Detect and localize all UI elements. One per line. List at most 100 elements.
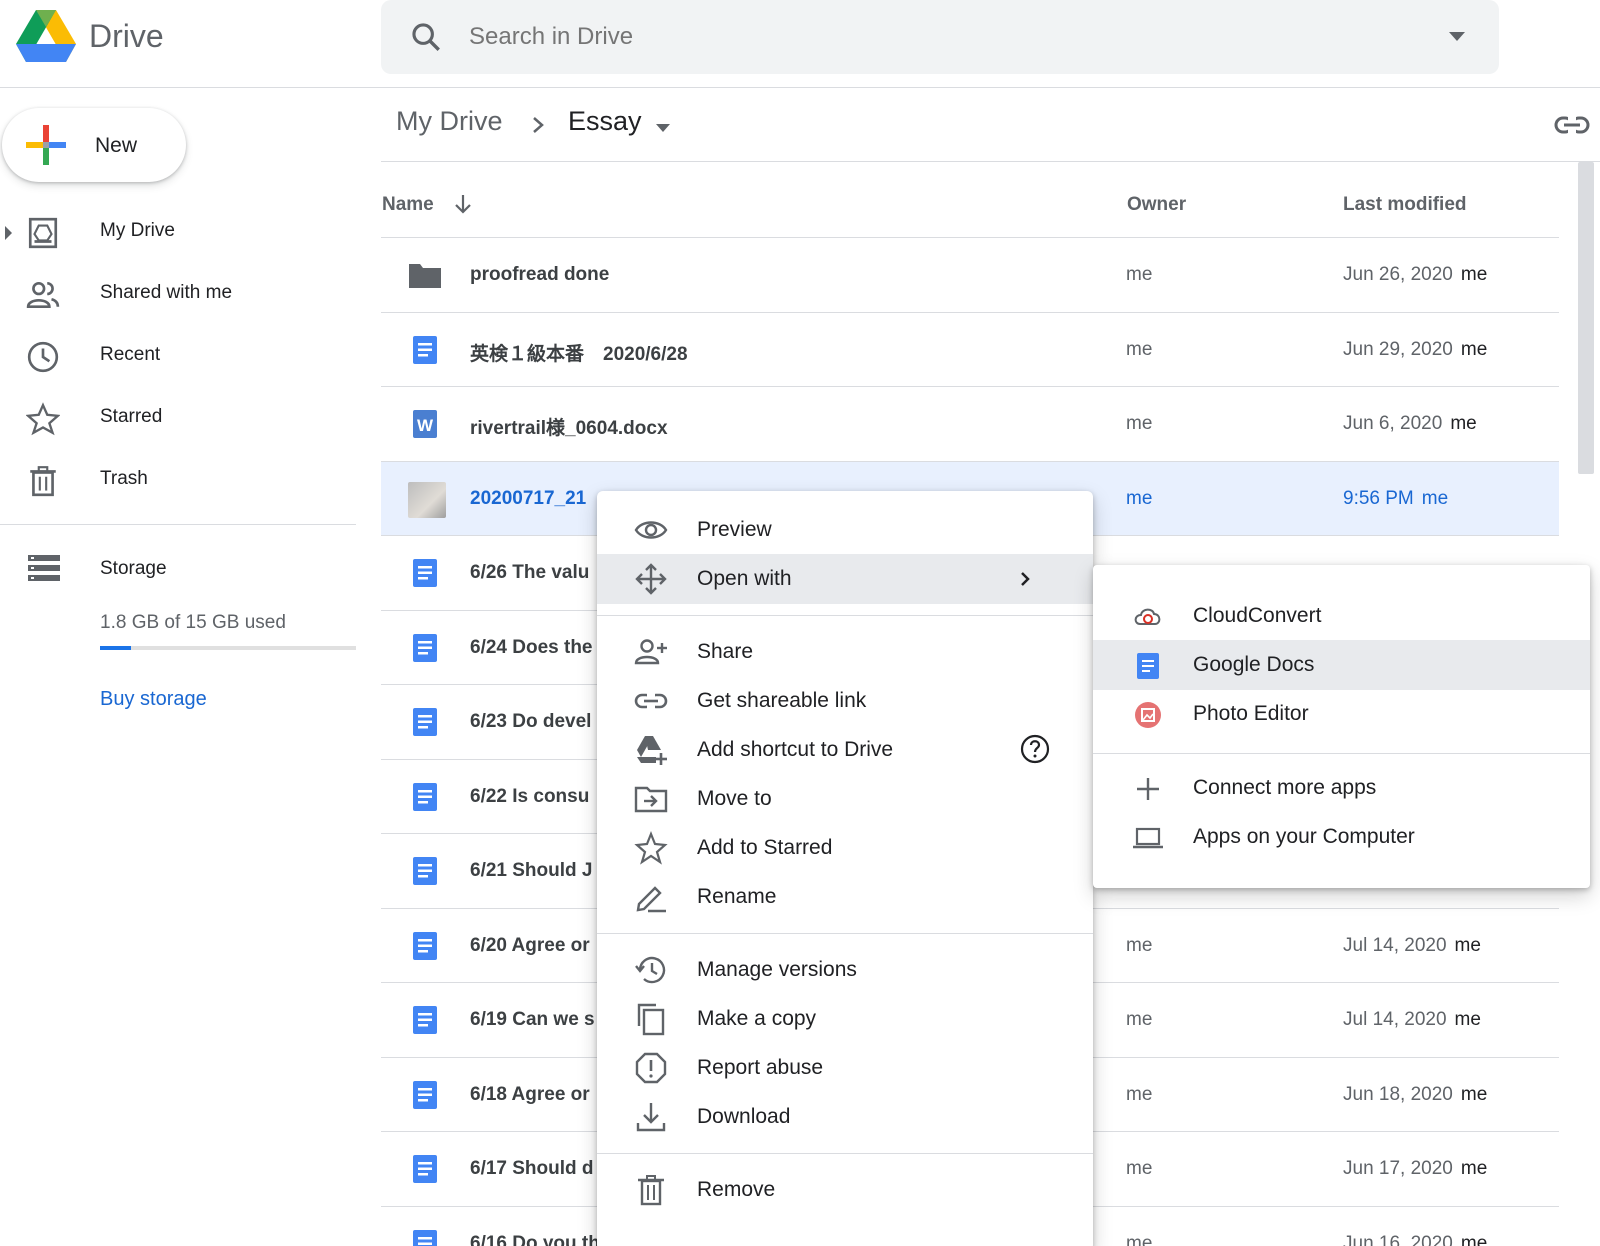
folder-move-icon [634, 786, 668, 813]
menu-divider [597, 933, 1093, 934]
chevron-right-icon [533, 117, 544, 133]
menu-item-remove[interactable]: Remove [597, 1165, 1093, 1215]
modified-date: Jun 16, 2020 [1343, 1232, 1453, 1246]
search-icon[interactable] [409, 20, 443, 54]
submenu-divider [1093, 753, 1590, 754]
menu-item-preview[interactable]: Preview [597, 505, 1093, 555]
app-item-label: Apps on your Computer [1193, 825, 1415, 848]
app-item-photo-editor[interactable]: Photo Editor [1093, 689, 1590, 739]
sort-arrow-down-icon[interactable] [451, 192, 475, 216]
google-docs-icon [409, 335, 441, 365]
history-icon [635, 956, 666, 984]
modified-by: me [1460, 338, 1488, 360]
breadcrumb: My Drive Essay [381, 88, 1600, 162]
storage-used-text: 1.8 GB of 15 GB used [100, 612, 286, 633]
search-bar[interactable] [381, 0, 1499, 74]
pencil-icon [636, 886, 666, 913]
buy-storage-link[interactable]: Buy storage [100, 688, 207, 711]
modified-date: 9:56 PM [1343, 487, 1414, 509]
breadcrumb-my-drive[interactable]: My Drive [396, 106, 503, 137]
plus-icon [1137, 778, 1159, 800]
file-last-modified: Jun 29, 2020 me [1343, 339, 1487, 361]
google-docs-icon [1137, 653, 1159, 679]
drive-brand[interactable]: Drive [89, 18, 164, 55]
link-icon[interactable] [1554, 110, 1590, 140]
new-button[interactable]: New [2, 108, 186, 182]
menu-divider [597, 615, 1093, 616]
menu-item-report-abuse[interactable]: Report abuse [597, 1043, 1093, 1093]
svg-text:W: W [417, 416, 434, 435]
menu-item-add-to-starred[interactable]: Add to Starred [597, 823, 1093, 873]
sidebar-item-label: My Drive [100, 220, 175, 241]
file-owner: me [1126, 1158, 1153, 1179]
image-thumbnail [408, 481, 446, 518]
shared-icon [26, 281, 60, 309]
sidebar-item-starred[interactable]: Starred [0, 390, 356, 446]
file-name: 6/26 The valu [470, 562, 590, 583]
file-name: 6/18 Agree or [470, 1083, 590, 1105]
menu-item-share[interactable]: Share [597, 627, 1093, 677]
menu-item-move-to[interactable]: Move to [597, 774, 1093, 824]
top-bar: Drive [0, 0, 1600, 88]
scrollbar[interactable] [1578, 162, 1594, 474]
modified-by: me [1450, 413, 1477, 434]
menu-item-label: Move to [697, 787, 772, 810]
menu-item-manage-versions[interactable]: Manage versions [597, 945, 1093, 995]
file-last-modified: Jul 14, 2020 me [1343, 1009, 1481, 1031]
modified-by: me [1454, 1009, 1481, 1030]
file-last-modified: 9:56 PM me [1343, 488, 1448, 510]
file-owner: me [1126, 264, 1153, 285]
file-row[interactable]: 英検１級本番 2020/6/28 me Jun 29, 2020 me [381, 313, 1559, 387]
menu-item-get-shareable-link[interactable]: Get shareable link [597, 676, 1093, 726]
drive-app: Drive New My Drive [0, 0, 1600, 1246]
app-item-google-docs[interactable]: Google Docs [1093, 640, 1590, 690]
search-options-dropdown-icon[interactable] [1449, 32, 1465, 41]
menu-item-make-a-copy[interactable]: Make a copy [597, 994, 1093, 1044]
new-button-label: New [95, 134, 138, 157]
menu-item-rename[interactable]: Rename [597, 872, 1093, 922]
person-add-icon [634, 639, 667, 665]
sidebar-item-recent[interactable]: Recent [0, 328, 356, 384]
file-name: 6/16 Do you th [470, 1232, 600, 1246]
help-icon[interactable] [1019, 733, 1051, 765]
breadcrumb-current-folder[interactable]: Essay [568, 106, 642, 137]
menu-item-label: Make a copy [697, 1007, 817, 1030]
sidebar-divider [0, 524, 356, 525]
file-name: 6/21 Should J [470, 860, 593, 881]
storage-label[interactable]: Storage [100, 558, 167, 580]
file-name: 6/17 Should d [470, 1158, 594, 1179]
google-docs-icon [409, 1229, 441, 1246]
column-header-name[interactable]: Name [382, 194, 434, 216]
file-name: 20200717_21 [470, 487, 587, 509]
column-header-last-modified[interactable]: Last modified [1343, 194, 1467, 216]
modified-date: Jul 14, 2020 [1343, 1009, 1447, 1030]
menu-item-label: Preview [697, 518, 772, 541]
menu-item-label: Rename [697, 885, 777, 908]
my-drive-icon [28, 217, 58, 249]
apps-on-your-computer[interactable]: Apps on your Computer [1093, 812, 1590, 862]
search-input[interactable] [469, 14, 1369, 60]
drive-logo-icon[interactable] [16, 10, 76, 64]
folder-dropdown-icon[interactable] [656, 124, 670, 132]
app-item-cloudconvert[interactable]: CloudConvert [1093, 591, 1590, 641]
sidebar-item-my-drive[interactable]: My Drive [0, 204, 356, 260]
modified-date: Jun 17, 2020 [1343, 1158, 1453, 1179]
storage-usage-bar [100, 646, 356, 650]
file-row[interactable]: Wrivertrail様_0604.docx me Jun 6, 2020 me [381, 387, 1559, 462]
sidebar-item-shared-with-me[interactable]: Shared with me [0, 266, 356, 322]
menu-item-open-with[interactable]: Open with [597, 554, 1093, 604]
expand-caret-icon[interactable] [5, 226, 12, 240]
menu-item-download[interactable]: Download [597, 1092, 1093, 1142]
connect-more-apps[interactable]: Connect more apps [1093, 763, 1590, 813]
storage-usage-fill [100, 646, 131, 650]
sidebar-item-label: Starred [100, 406, 163, 427]
modified-by: me [1460, 1232, 1488, 1246]
file-row[interactable]: proofread done me Jun 26, 2020 me [381, 238, 1559, 313]
sidebar-item-trash[interactable]: Trash [0, 452, 356, 508]
app-item-label: Connect more apps [1193, 776, 1377, 799]
file-name: 6/23 Do devel [470, 711, 592, 732]
column-header-owner[interactable]: Owner [1127, 194, 1186, 216]
menu-item-add-shortcut[interactable]: Add shortcut to Drive [597, 725, 1093, 775]
trash-icon [30, 466, 56, 497]
file-name: 英検１級本番 2020/6/28 [470, 343, 688, 365]
